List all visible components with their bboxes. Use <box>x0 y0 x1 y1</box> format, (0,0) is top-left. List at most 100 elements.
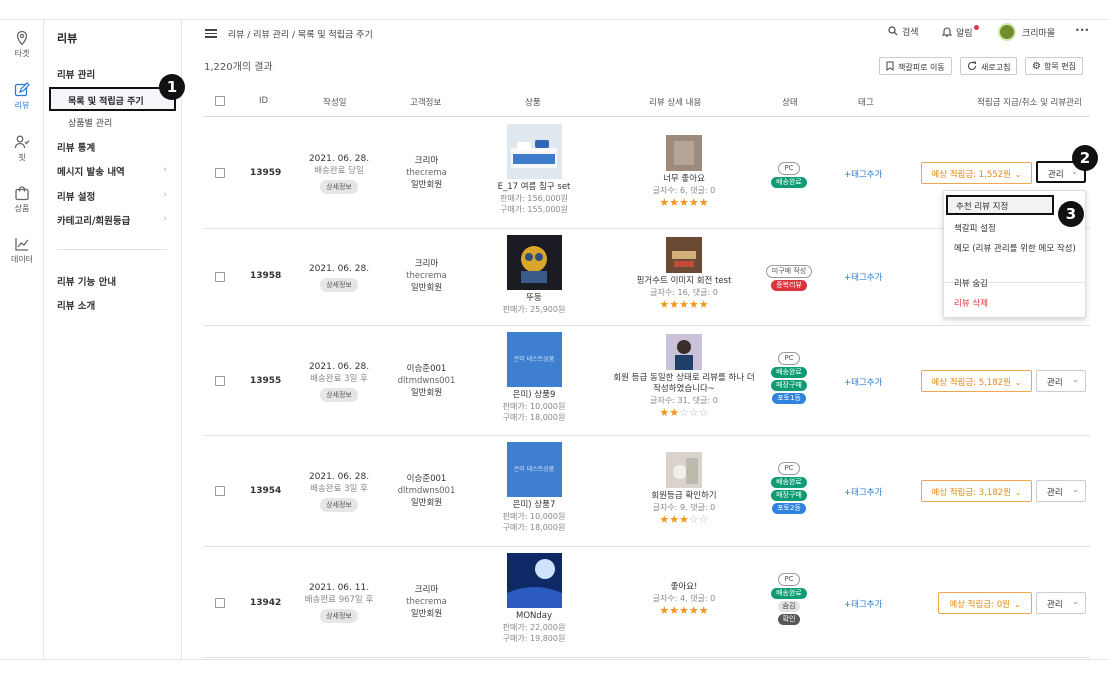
product-name[interactable]: MONday <box>484 611 584 622</box>
product-name[interactable]: 뚜둥 <box>484 293 584 304</box>
add-tag-button[interactable]: +태그추가 <box>844 168 882 180</box>
menu-item-bookmark-setting[interactable]: 책갈피 설정 <box>954 222 996 234</box>
review-cell: 좋아요! 글자수: 4, 댓글: 0 ★★★★★ <box>614 582 754 617</box>
rail-item-data[interactable]: 데이터 <box>0 236 44 265</box>
chevron-right-icon: › <box>163 190 167 200</box>
detail-info-button[interactable]: 상세정보 <box>320 180 358 194</box>
review-photo[interactable] <box>666 452 702 488</box>
add-tag-button[interactable]: +태그추가 <box>844 271 882 283</box>
row-checkbox[interactable] <box>215 168 225 178</box>
expected-points-button[interactable]: 예상 적립금: 1,552원 ⌄ <box>921 162 1032 184</box>
detail-info-button[interactable]: 상세정보 <box>320 498 358 512</box>
bookmark-jump-button[interactable]: 책갈피로 이동 <box>879 57 952 75</box>
add-tag-button[interactable]: +태그추가 <box>844 598 882 610</box>
col-review: 리뷰 상세 내용 <box>649 98 702 108</box>
more-menu-icon[interactable]: ••• <box>1075 26 1089 35</box>
rail-item-product[interactable]: 상품 <box>0 185 44 214</box>
menu-item-delete-review[interactable]: 리뷰 삭제 <box>954 297 988 309</box>
product-thumbnail[interactable] <box>506 235 562 290</box>
manage-dropdown-button[interactable]: 관리 ⌄ <box>1036 370 1086 392</box>
rail-item-review[interactable]: 리뷰 <box>0 82 44 111</box>
review-photo[interactable] <box>666 237 702 273</box>
rail-item-fit[interactable]: 핏 <box>0 134 44 163</box>
product-cell: 뚜둥 판매가: 25,900원 <box>484 235 584 315</box>
edit-columns-button[interactable]: ⚙ 항목 편집 <box>1025 57 1083 75</box>
product-thumbnail[interactable] <box>506 124 562 179</box>
refresh-button[interactable]: 새로고침 <box>960 57 1018 75</box>
menu-item-memo[interactable]: 메모 (리뷰 관리를 위한 메모 작성) <box>954 242 1076 254</box>
review-title[interactable]: 회원등급 확인하기 <box>614 491 754 502</box>
col-customer: 고객정보 <box>410 98 442 108</box>
sale-price: 판매가: 25,900원 <box>502 305 566 314</box>
breadcrumb: 리뷰 / 리뷰 관리 / 목록 및 적립금 주기 <box>205 27 373 41</box>
detail-info-button[interactable]: 상세정보 <box>320 278 358 292</box>
manage-dropdown-button[interactable]: 관리 ⌄ <box>1036 480 1086 502</box>
star-rating: ★★★★★ <box>614 196 754 209</box>
row-checkbox[interactable] <box>215 272 225 282</box>
rail-item-target[interactable]: 타겟 <box>0 30 44 59</box>
add-tag-button[interactable]: +태그추가 <box>844 376 882 388</box>
customer-name[interactable]: 이승준001 <box>384 363 469 375</box>
review-meta: 글자수: 9, 댓글: 0 <box>652 503 716 512</box>
product-name[interactable]: 은미) 상품9 <box>484 390 584 401</box>
review-title[interactable]: 좋아요! <box>614 582 754 593</box>
review-title[interactable]: 회원 등급 동일한 상태로 리뷰를 하나 더 <box>599 373 769 384</box>
table-row: 13955 2021. 06. 28. 배송완료 3일 후 상세정보 이승준00… <box>204 326 1090 436</box>
nav-feature-guide[interactable]: 리뷰 기능 안내 <box>57 274 116 288</box>
customer-name[interactable]: 크리마 <box>389 258 464 270</box>
row-checkbox[interactable] <box>215 376 225 386</box>
manage-dropdown-button[interactable]: 관리 ⌄ <box>1036 592 1086 614</box>
star-icon: ★★★★★ <box>659 604 709 617</box>
nav-review-settings[interactable]: 리뷰 설정 <box>57 189 95 203</box>
alerts-button[interactable]: 알림 <box>941 25 979 39</box>
detail-info-button[interactable]: 상세정보 <box>320 388 358 402</box>
row-checkbox[interactable] <box>215 486 225 496</box>
user-menu[interactable]: 크리마몰 <box>998 23 1055 41</box>
row-checkbox[interactable] <box>215 598 225 608</box>
nav-by-product[interactable]: 상품별 관리 <box>68 116 112 129</box>
select-all-checkbox[interactable] <box>215 96 225 106</box>
delivery-status: 배송완료 3일 후 <box>310 484 368 494</box>
expected-points-button[interactable]: 예상 적립금: 3,182원 ⌄ <box>921 480 1032 502</box>
menu-item-recommend-review[interactable]: 추천 리뷰 지정 <box>946 195 1054 215</box>
search-button[interactable]: 검색 <box>888 25 919 38</box>
menu-item-hide-review[interactable]: 리뷰 숨김 <box>954 277 988 289</box>
product-thumbnail[interactable]: 은미 테스트상품 <box>506 332 562 387</box>
status-badge: PC <box>778 573 800 586</box>
status-cell: PC 배송완료 매장구매 포토2등 <box>769 461 809 515</box>
product-thumbnail[interactable]: 은미 테스트상품 <box>506 442 562 497</box>
review-photo[interactable] <box>666 135 702 171</box>
product-name[interactable]: E_17 여름 침구 set <box>484 182 584 193</box>
expected-points-button[interactable]: 예상 적립금: 5,182원 ⌄ <box>921 370 1032 392</box>
nav-review-intro[interactable]: 리뷰 소개 <box>57 298 95 312</box>
customer-name[interactable]: 이승준001 <box>384 473 469 485</box>
review-photo[interactable] <box>666 334 702 370</box>
customer-name[interactable]: 크리마 <box>389 584 464 596</box>
nav-review-stats[interactable]: 리뷰 통계 <box>57 140 95 154</box>
nav-list-points[interactable]: 목록 및 적립금 주기 <box>49 87 176 111</box>
delivery-status: 배송완료 3일 후 <box>310 374 368 384</box>
review-title[interactable]: 너무 좋아요 <box>614 174 754 185</box>
product-name[interactable]: 은미) 상품7 <box>484 500 584 511</box>
nav-category-grade[interactable]: 카테고리/회원등급 <box>57 213 130 227</box>
status-badge: 배송완료 <box>771 177 807 188</box>
review-title-line2: 작성하였습니다~ <box>653 384 715 394</box>
customer-name[interactable]: 크리마 <box>389 155 464 167</box>
nav-message-history[interactable]: 메시지 발송 내역 <box>57 164 169 178</box>
add-tag-button[interactable]: +태그추가 <box>844 486 882 498</box>
customer-grade: 일반회원 <box>410 388 443 398</box>
expected-points-label: 예상 적립금: 5,182원 <box>931 378 1011 388</box>
gear-icon: ⚙ <box>1032 61 1041 72</box>
status-badge: 확인 <box>777 614 801 625</box>
expected-points-label: 예상 적립금: 0원 <box>949 600 1010 610</box>
review-id: 13942 <box>250 598 282 608</box>
rail-label-product: 상품 <box>14 204 30 213</box>
expected-points-button[interactable]: 예상 적립금: 0원 ⌄ <box>938 592 1032 614</box>
nav-review-manage[interactable]: 리뷰 관리 <box>57 67 95 81</box>
review-title[interactable]: 핑거수트 이미지 회전 test <box>614 276 754 287</box>
product-thumbnail[interactable] <box>506 553 562 608</box>
detail-info-button[interactable]: 상세정보 <box>320 609 358 623</box>
table-row: 13942 2021. 06. 11. 배송완료 967일 후 상세정보 크리마… <box>204 547 1090 658</box>
rail-label-target: 타겟 <box>14 49 30 58</box>
hamburger-menu-icon[interactable] <box>205 27 217 40</box>
